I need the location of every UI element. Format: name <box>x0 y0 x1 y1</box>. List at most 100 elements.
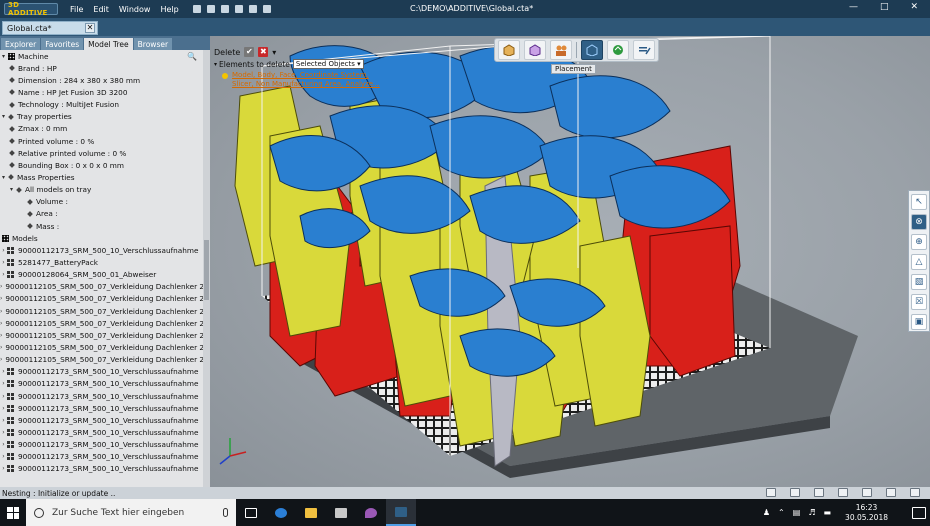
tree-model-item[interactable]: › 90000112105_SRM_500_07_Verkleidung Dach… <box>0 281 203 293</box>
expand-icon[interactable]: › <box>0 271 7 278</box>
task-view-button[interactable] <box>236 499 266 526</box>
save-icon[interactable] <box>220 5 229 13</box>
menu-window[interactable]: Window <box>119 5 151 14</box>
maps-app[interactable] <box>356 499 386 526</box>
maximize-button[interactable]: □ <box>880 2 889 12</box>
tree-model-item[interactable]: › 90000112173_SRM_500_10_Verschlussaufnah… <box>0 451 203 463</box>
cube-frame-icon[interactable] <box>581 40 603 60</box>
tree-model-item[interactable]: › 90000112105_SRM_500_07_Verkleidung Dach… <box>0 317 203 329</box>
tab-favorites[interactable]: Favorites <box>41 38 84 50</box>
close-button[interactable]: ✕ <box>910 2 918 12</box>
tree-prop[interactable]: Mass : <box>0 220 203 232</box>
selection-mode-select[interactable]: Selected Objects ▾ <box>292 59 364 69</box>
tree-model-item[interactable]: › 90000112173_SRM_500_10_Verschlussaufnah… <box>0 390 203 402</box>
tree-model-item[interactable]: › 90000112173_SRM_500_10_Verschlussaufnah… <box>0 378 203 390</box>
move-icon[interactable]: ⊕ <box>911 234 927 250</box>
build-tray-scene[interactable] <box>210 36 930 487</box>
expand-icon[interactable]: › <box>0 283 2 290</box>
tree-model-item[interactable]: › 90000112173_SRM_500_10_Verschlussaufnah… <box>0 439 203 451</box>
expand-icon[interactable]: ▾ <box>214 61 217 68</box>
tab-explorer[interactable]: Explorer <box>1 38 41 50</box>
scrollbar-thumb[interactable] <box>204 240 209 300</box>
layers-icon[interactable] <box>862 488 872 497</box>
place-icon[interactable]: ▣ <box>911 314 927 330</box>
taskbar-search[interactable]: Zur Suche Text hier eingeben <box>26 499 236 526</box>
tree-model-item[interactable]: › 90000112105_SRM_500_07_Verkleidung Dach… <box>0 305 203 317</box>
tree-scrollbar[interactable] <box>203 50 210 487</box>
clock[interactable]: 16:23 30.05.2018 <box>845 503 888 523</box>
tree-node-machine[interactable]: ▾ Machine 🔍 <box>0 50 203 62</box>
hint-text[interactable]: Model, Body, Face, Coordinate System, Sl… <box>232 71 384 89</box>
tree-model-item[interactable]: › 90000112105_SRM_500_07_Verkleidung Dach… <box>0 341 203 353</box>
menu-edit[interactable]: Edit <box>93 5 109 14</box>
expand-icon[interactable]: › <box>0 320 2 327</box>
tree-model-item[interactable]: › 90000112173_SRM_500_10_Verschlussaufnah… <box>0 402 203 414</box>
expand-icon[interactable]: › <box>0 453 7 460</box>
tab-browser[interactable]: Browser <box>133 38 173 50</box>
tree-node-mass[interactable]: ▾ Mass Properties <box>0 171 203 183</box>
collapse-icon[interactable]: ▾ <box>8 186 15 193</box>
expand-icon[interactable]: › <box>0 368 7 375</box>
language-icon[interactable]: ▬ <box>823 508 831 517</box>
store-app[interactable] <box>326 499 356 526</box>
tree-prop[interactable]: Printed volume : 0 % <box>0 135 203 147</box>
tree-model-item[interactable]: › 90000112173_SRM_500_10_Verschlussaufnah… <box>0 366 203 378</box>
undo-icon[interactable] <box>248 5 257 13</box>
redo-icon[interactable] <box>262 5 271 13</box>
expand-icon[interactable]: › <box>0 380 7 387</box>
tree-model-item[interactable]: › 90000112173_SRM_500_10_Verschlussaufnah… <box>0 244 203 256</box>
menu-help[interactable]: Help <box>160 5 178 14</box>
print-icon[interactable] <box>234 5 243 13</box>
tree-model-item[interactable]: › 90000112173_SRM_500_10_Verschlussaufnah… <box>0 463 203 475</box>
tree-prop[interactable]: Brand : HP <box>0 62 203 74</box>
cancel-button[interactable]: ✖ <box>258 47 269 57</box>
green-arrow-icon[interactable] <box>607 40 629 60</box>
tree-prop[interactable]: Bounding Box : 0 x 0 x 0 mm <box>0 159 203 171</box>
expand-icon[interactable]: › <box>0 465 7 472</box>
tree-model-item[interactable]: › 90000112173_SRM_500_10_Verschlussaufnah… <box>0 414 203 426</box>
check-icon[interactable] <box>192 5 201 13</box>
3d-viewport[interactable]: Delete ✔ ✖ ▾ ▾ Elements to delete Select… <box>210 36 930 487</box>
eye-icon[interactable] <box>790 488 800 497</box>
rotate-icon[interactable]: △ <box>911 254 927 270</box>
dropdown-icon[interactable]: ▾ <box>272 48 276 57</box>
collapse-icon[interactable]: ▾ <box>0 174 7 181</box>
explorer-app[interactable] <box>296 499 326 526</box>
volume-icon[interactable]: ♬ <box>808 508 815 517</box>
close-icon[interactable]: ✕ <box>85 23 95 33</box>
document-tab[interactable]: Global.cta* ✕ <box>2 21 98 35</box>
tree-prop[interactable]: Name : HP Jet Fusion 3D 3200 <box>0 86 203 98</box>
expand-icon[interactable]: › <box>0 247 7 254</box>
tree-prop[interactable]: Volume : <box>0 196 203 208</box>
expand-icon[interactable]: › <box>0 441 7 448</box>
expand-icon[interactable]: › <box>0 356 2 363</box>
tree-prop[interactable]: Technology : MultiJet Fusion <box>0 99 203 111</box>
tree-model-item[interactable]: › 90000112173_SRM_500_10_Verschlussaufnah… <box>0 426 203 438</box>
network-icon[interactable]: ▤ <box>793 508 801 517</box>
tree-prop[interactable]: Dimension : 284 x 380 x 380 mm <box>0 74 203 86</box>
tree-prop[interactable]: Relative printed volume : 0 % <box>0 147 203 159</box>
expand-icon[interactable]: › <box>0 344 2 351</box>
tree-node-tray[interactable]: ▾ Tray properties <box>0 111 203 123</box>
clip-icon[interactable] <box>886 488 896 497</box>
tree-prop[interactable]: Area : <box>0 208 203 220</box>
cube-icon[interactable] <box>814 488 824 497</box>
minimize-button[interactable]: — <box>849 2 858 12</box>
people-icon[interactable]: ♟ <box>763 508 770 517</box>
collapse-icon[interactable]: ▾ <box>0 53 7 60</box>
expand-icon[interactable]: › <box>0 295 2 302</box>
tree-model-item[interactable]: › 90000112105_SRM_500_07_Verkleidung Dach… <box>0 293 203 305</box>
search-icon[interactable]: 🔍 <box>187 52 197 61</box>
cube-solid-icon[interactable] <box>838 488 848 497</box>
expand-icon[interactable]: › <box>0 417 7 424</box>
tree-node-models[interactable]: Models <box>0 232 203 244</box>
tree-model-item[interactable]: › 90000112105_SRM_500_07_Verkleidung Dach… <box>0 354 203 366</box>
expand-icon[interactable]: › <box>0 405 7 412</box>
expand-icon[interactable]: › <box>0 429 7 436</box>
edge-app[interactable] <box>266 499 296 526</box>
open-icon[interactable] <box>206 5 215 13</box>
people-icon[interactable] <box>550 40 572 60</box>
scale-icon[interactable]: ☒ <box>911 294 927 310</box>
expand-icon[interactable]: › <box>0 259 7 266</box>
microphone-icon[interactable] <box>223 508 228 517</box>
